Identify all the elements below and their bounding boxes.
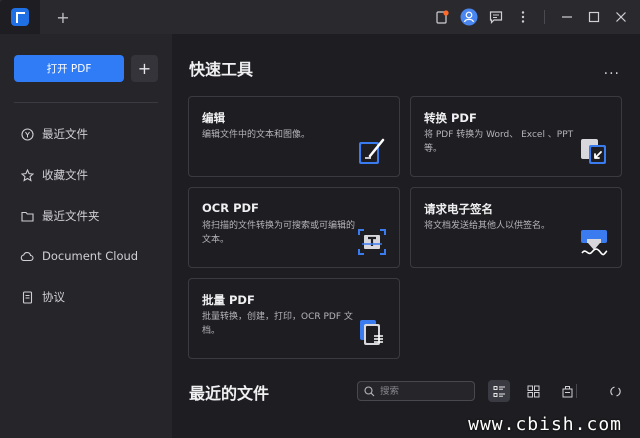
card-title: 批量 PDF [202, 293, 255, 307]
close-icon[interactable] [608, 4, 634, 30]
home-tab[interactable] [0, 0, 40, 34]
card-description: 将 PDF 转换为 Word、 Excel 、PPT等。 [424, 130, 574, 154]
list-view-icon [493, 385, 505, 397]
search-icon [364, 382, 375, 401]
card-title: 请求电子签名 [424, 202, 493, 216]
more-menu-icon[interactable] [510, 4, 536, 30]
recent-files-title: 最近的文件 [189, 384, 270, 403]
recent-icon [20, 127, 34, 141]
sidebar-item-label: 最近文件 [42, 127, 88, 141]
sidebar-item-recent-folders[interactable]: 最近文件夹 [20, 206, 100, 226]
convert-icon [579, 136, 609, 166]
refresh-button[interactable] [604, 380, 626, 402]
card-title: 编辑 [202, 111, 225, 125]
sidebar-item-recent-files[interactable]: 最近文件 [20, 124, 88, 144]
tool-card-signature[interactable]: 请求电子签名 将文档发送给其他人以供签名。 [410, 187, 622, 268]
document-icon [20, 290, 34, 304]
ocr-icon [357, 227, 387, 257]
cloud-icon [20, 249, 34, 263]
sidebar: 打开 PDF + 最近文件 收藏文件 最近文件夹 Document Cloud … [0, 34, 172, 438]
sidebar-item-favorites[interactable]: 收藏文件 [20, 165, 88, 185]
clear-history-button[interactable] [556, 380, 578, 402]
app-logo-icon [11, 8, 29, 26]
toolbar-divider [576, 384, 577, 398]
folder-icon [20, 209, 34, 223]
quick-tools-title: 快速工具 [189, 60, 254, 79]
archive-icon [562, 385, 572, 397]
grid-view-icon [527, 385, 539, 397]
titlebar-divider [544, 10, 545, 24]
minimize-icon[interactable] [554, 4, 580, 30]
search-box[interactable] [357, 381, 475, 401]
sidebar-item-agreements[interactable]: 协议 [20, 287, 65, 307]
refresh-icon [609, 386, 621, 396]
grid-view-button[interactable] [522, 380, 544, 402]
card-title: OCR PDF [202, 201, 259, 215]
title-bar: + [0, 0, 640, 34]
main-panel: 快速工具 ... 编辑 编辑文件中的文本和图像。 转换 PDF 将 PDF 转换… [172, 34, 640, 438]
open-pdf-button[interactable]: 打开 PDF [14, 55, 124, 82]
tool-card-edit[interactable]: 编辑 编辑文件中的文本和图像。 [188, 96, 400, 177]
edit-icon [357, 136, 387, 166]
signature-icon [579, 227, 609, 257]
card-description: 将扫描的文件转换为可搜索或可编辑的文本。 [202, 221, 356, 245]
add-button[interactable]: + [131, 55, 158, 82]
sidebar-divider [14, 102, 158, 103]
card-description: 批量转换，创建，打印，OCR PDF 文档。 [202, 312, 353, 336]
sidebar-item-label: 收藏文件 [42, 168, 88, 182]
watermark-text: www.cbish.com [468, 414, 622, 435]
tool-card-convert[interactable]: 转换 PDF 将 PDF 转换为 Word、 Excel 、PPT等。 [410, 96, 622, 177]
maximize-icon[interactable] [581, 4, 607, 30]
more-options-button[interactable]: ... [604, 62, 620, 78]
card-description: 编辑文件中的文本和图像。 [202, 130, 311, 140]
card-title: 转换 PDF [424, 111, 477, 125]
list-view-button[interactable] [488, 380, 510, 402]
sidebar-item-label: 最近文件夹 [42, 209, 100, 223]
search-input[interactable] [380, 385, 470, 397]
feedback-icon[interactable] [483, 4, 509, 30]
account-avatar-icon[interactable] [456, 4, 482, 30]
card-description: 将文档发送给其他人以供签名。 [424, 221, 551, 231]
sidebar-item-label: Document Cloud [42, 249, 139, 263]
sidebar-item-document-cloud[interactable]: Document Cloud [20, 246, 138, 266]
new-tab-button[interactable]: + [48, 0, 78, 34]
star-icon [20, 168, 34, 182]
batch-icon [357, 318, 387, 348]
tool-card-ocr[interactable]: OCR PDF 将扫描的文件转换为可搜索或可编辑的文本。 [188, 187, 400, 268]
tool-card-batch[interactable]: 批量 PDF 批量转换，创建，打印，OCR PDF 文档。 [188, 278, 400, 359]
sidebar-item-label: 协议 [42, 290, 65, 304]
notification-icon[interactable] [429, 4, 455, 30]
